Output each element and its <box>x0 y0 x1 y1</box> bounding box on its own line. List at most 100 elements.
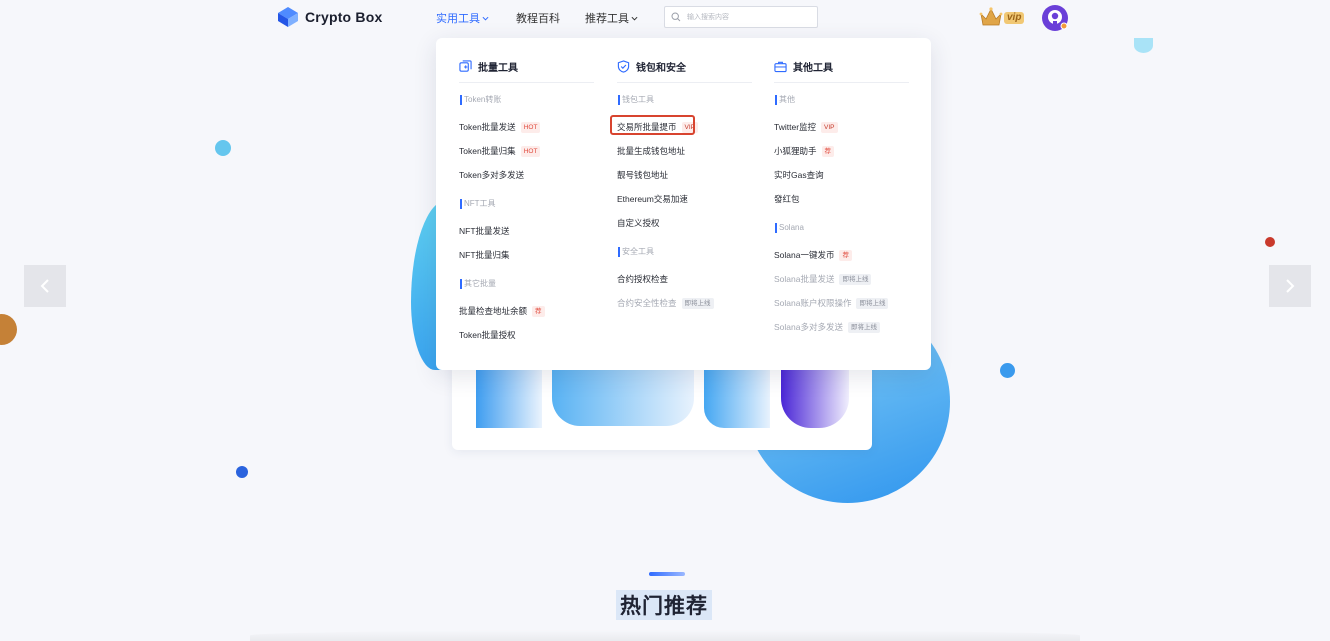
menu-item-gas-tracker[interactable]: 实时Gas查询 <box>774 163 910 187</box>
decor-circle-red <box>1265 237 1275 247</box>
coming-soon-tag: 即将上线 <box>681 297 714 309</box>
menu-item-vanity-wallet[interactable]: 靓号钱包地址 <box>617 163 753 187</box>
carousel-prev-button[interactable] <box>24 265 66 307</box>
menu-item-label: Twitter监控 <box>774 122 817 132</box>
menu-item-label: Token批量授权 <box>459 330 516 340</box>
menu-item-solana-account-permissions: Solana账户权限操作 即将上线 <box>774 291 910 315</box>
menu-item-twitter-monitor[interactable]: Twitter监控 VIP <box>774 115 910 139</box>
menu-item-exchange-batch-withdraw[interactable]: 交易所批量提币 VIP <box>617 115 753 139</box>
column-title: 批量工具 <box>478 62 518 74</box>
search-icon <box>671 12 681 22</box>
banner-shape-3 <box>704 370 770 428</box>
content-card-edge <box>250 630 1080 641</box>
menu-item-custom-approve[interactable]: 自定义授权 <box>617 211 753 235</box>
copy-icon <box>459 59 472 72</box>
decor-circle-blue-small <box>236 466 248 478</box>
vip-button[interactable]: vip <box>979 6 1027 28</box>
recommend-tag: 荐 <box>821 145 835 157</box>
menu-item-batch-balance-check[interactable]: 批量检查地址余额荐 <box>459 299 595 323</box>
column-title: 其他工具 <box>793 62 833 74</box>
vip-tag: VIP <box>821 121 838 133</box>
avatar-icon <box>1042 5 1068 31</box>
hot-tag: HOT <box>520 121 541 133</box>
menu-item-solana-token-creator[interactable]: Solana一键发币荐 <box>774 243 910 267</box>
decor-circle-cyan-left <box>215 140 231 156</box>
group-label: 其他 <box>775 95 910 105</box>
chevron-down-icon <box>631 16 638 21</box>
column-other-tools: 其他工具 其他 Twitter监控 VIP 小狐狸助手荐 实时Gas查询 發红包 … <box>774 58 910 339</box>
chevron-left-icon <box>40 279 49 293</box>
menu-item-ethereum-speedup[interactable]: Ethereum交易加速 <box>617 187 753 211</box>
menu-item-red-packet[interactable]: 發红包 <box>774 187 910 211</box>
menu-item-token-batch-collect[interactable]: Token批量归集 HOT <box>459 139 595 163</box>
menu-item-contract-approval-check[interactable]: 合约授权检查 <box>617 267 753 291</box>
search-input[interactable] <box>685 12 809 22</box>
coming-soon-tag: 即将上线 <box>839 273 872 285</box>
menu-item-solana-batch-send: Solana批量发送 即将上线 <box>774 267 910 291</box>
banner-shape-2 <box>552 370 694 426</box>
hot-tag: HOT <box>520 145 541 157</box>
logo-text: Crypto Box <box>305 9 383 25</box>
column-header: 钱包和安全 <box>617 58 752 83</box>
menu-item-label: Ethereum交易加速 <box>617 194 688 204</box>
menu-item-metamask-helper[interactable]: 小狐狸助手荐 <box>774 139 910 163</box>
vip-tag: VIP <box>681 121 698 133</box>
menu-item-token-batch-send[interactable]: Token批量发送 HOT <box>459 115 595 139</box>
menu-item-batch-generate-wallet[interactable]: 批量生成钱包地址 <box>617 139 753 163</box>
menu-item-label: Token批量发送 <box>459 122 516 132</box>
coming-soon-tag: 即将上线 <box>847 321 880 333</box>
menu-item-label: NFT批量发送 <box>459 226 510 236</box>
menu-item-label: 交易所批量提币 <box>617 122 677 132</box>
nav-tutorials[interactable]: 教程百科 <box>516 10 560 26</box>
chevron-right-icon <box>1286 279 1295 293</box>
menu-item-token-batch-approve[interactable]: Token批量授权 <box>459 323 595 347</box>
crown-icon <box>979 7 1003 26</box>
briefcase-icon <box>774 61 787 72</box>
menu-item-label: Solana一键发币 <box>774 250 835 260</box>
chevron-down-icon <box>482 16 489 21</box>
section-title: 热门推荐 <box>616 590 712 620</box>
recommend-tag: 荐 <box>532 305 545 317</box>
menu-item-label: NFT批量归集 <box>459 250 510 260</box>
vip-label: vip <box>1004 12 1025 24</box>
decor-circle-blue-right <box>1000 363 1015 378</box>
menu-item-label: 小狐狸助手 <box>774 146 817 156</box>
menu-item-token-many-to-many[interactable]: Token多对多发送 <box>459 163 595 187</box>
shield-check-icon <box>617 59 630 73</box>
recommend-tag: 荐 <box>839 249 852 261</box>
nav-recommended-tools[interactable]: 推荐工具 <box>585 10 638 26</box>
logo[interactable]: Crypto Box <box>277 6 382 28</box>
coming-soon-tag: 即将上线 <box>856 297 889 309</box>
group-label: NFT工具 <box>460 199 595 209</box>
menu-item-solana-many-to-many: Solana多对多发送 即将上线 <box>774 315 910 339</box>
column-header: 批量工具 <box>459 58 594 83</box>
user-avatar[interactable] <box>1041 4 1069 32</box>
menu-item-label: 实时Gas查询 <box>774 170 824 180</box>
carousel-indicator[interactable] <box>649 572 685 576</box>
group-label: Solana <box>775 223 910 233</box>
nav-practical-tools[interactable]: 实用工具 <box>436 10 489 26</box>
tools-dropdown-menu: 批量工具 Token转账 Token批量发送 HOT Token批量归集 HOT T… <box>436 38 931 370</box>
banner-shape-1 <box>476 370 542 428</box>
decor-circle-cyan-top <box>1134 38 1153 53</box>
cube-logo-icon <box>278 7 298 27</box>
menu-item-label: 批量检查地址余额 <box>459 306 528 316</box>
menu-item-nft-batch-send[interactable]: NFT批量发送 <box>459 219 595 243</box>
search-box[interactable] <box>664 6 818 28</box>
menu-item-label: 發红包 <box>774 194 800 204</box>
nav-label: 教程百科 <box>516 13 560 25</box>
group-label: Token转账 <box>460 95 595 105</box>
top-navbar: Crypto Box 实用工具 教程百科 推荐工具 vip <box>0 0 1330 36</box>
banner-shape-4 <box>781 370 849 428</box>
menu-item-label: Token批量归集 <box>459 146 516 156</box>
carousel-next-button[interactable] <box>1269 265 1311 307</box>
group-label: 安全工具 <box>618 247 753 257</box>
menu-item-label: Token多对多发送 <box>459 170 525 180</box>
nav-label: 实用工具 <box>436 13 480 25</box>
column-title: 钱包和安全 <box>636 62 686 74</box>
menu-item-label: 合约安全性检查 <box>617 298 677 308</box>
menu-item-label: 批量生成钱包地址 <box>617 146 686 156</box>
menu-item-label: 自定义授权 <box>617 218 660 228</box>
menu-item-nft-batch-collect[interactable]: NFT批量归集 <box>459 243 595 267</box>
column-batch-tools: 批量工具 Token转账 Token批量发送 HOT Token批量归集 HOT T… <box>459 58 595 347</box>
